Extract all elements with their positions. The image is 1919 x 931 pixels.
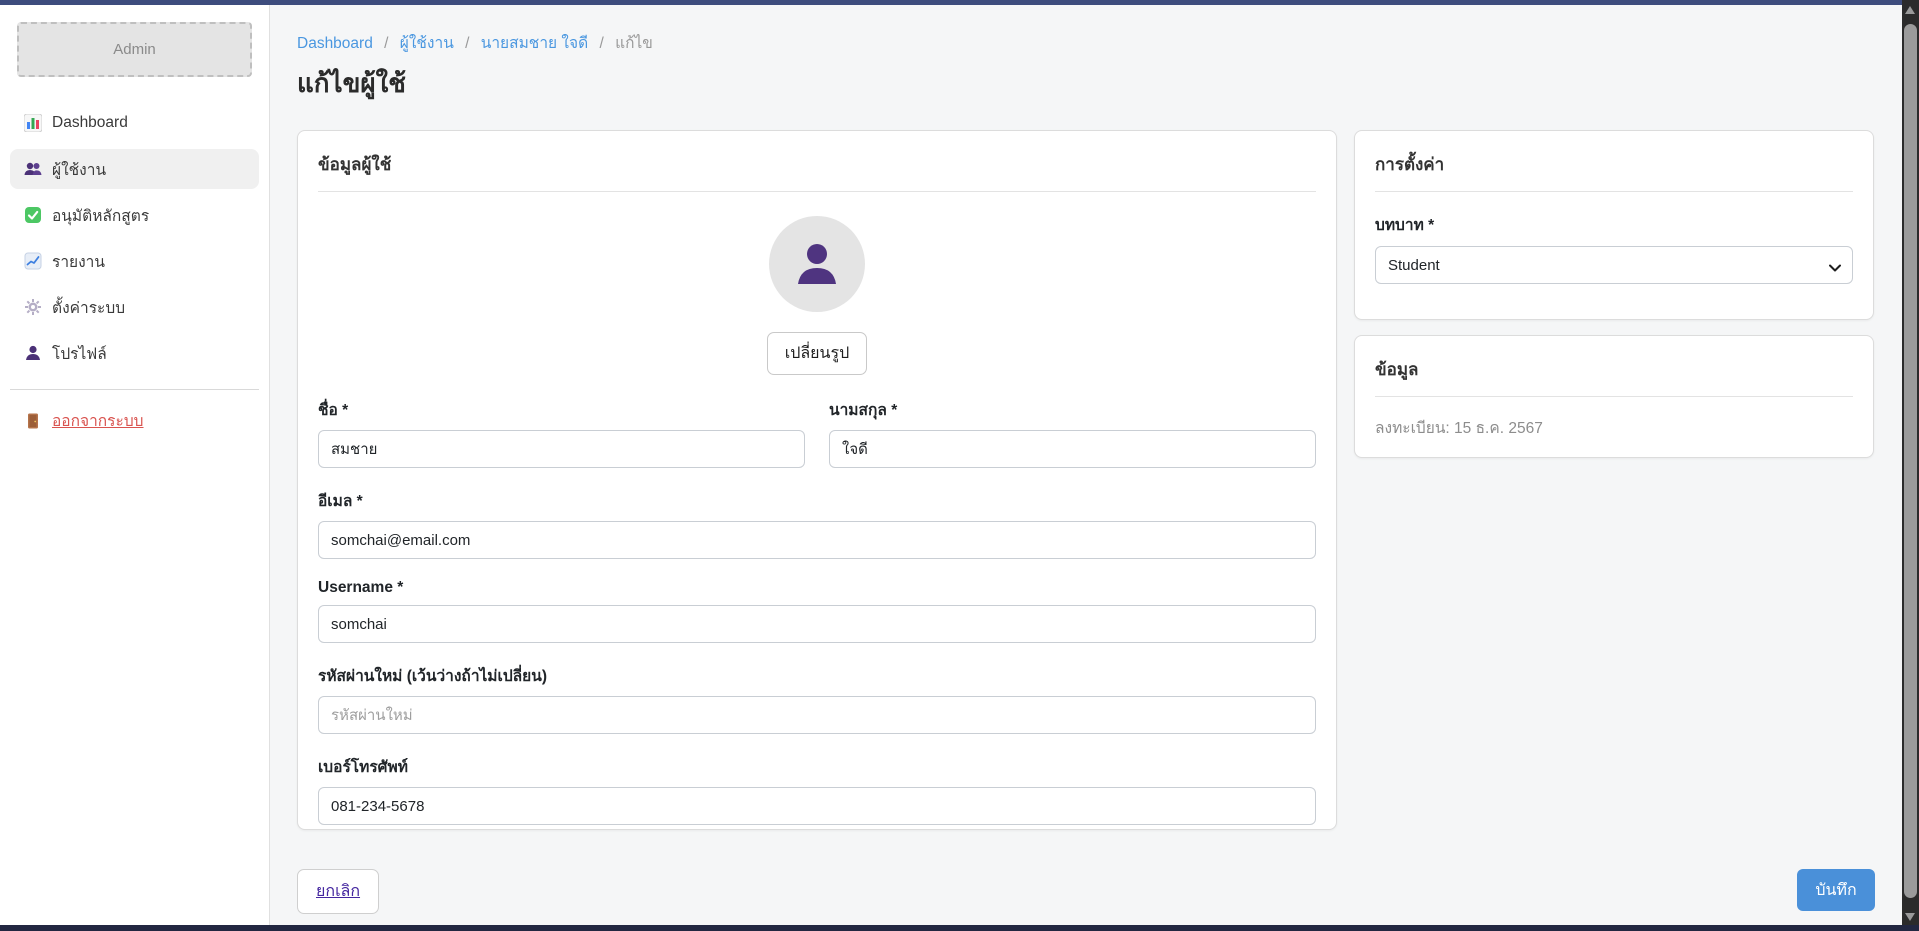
admin-logo-label: Admin: [113, 41, 156, 58]
email-group: อีเมล *: [318, 488, 1316, 559]
breadcrumb-current: แก้ไข: [615, 35, 653, 52]
sidebar-divider: [10, 389, 259, 390]
scrollbar-thumb[interactable]: [1904, 24, 1917, 898]
breadcrumb-users[interactable]: ผู้ใช้งาน: [400, 35, 454, 52]
page-title: แก้ไขผู้ใช้: [297, 63, 406, 104]
role-label: บทบาท *: [1375, 212, 1853, 237]
breadcrumb-separator: /: [384, 35, 388, 52]
username-field[interactable]: [318, 605, 1316, 643]
card-divider: [1375, 396, 1853, 397]
registered-date-text: ลงทะเบียน: 15 ธ.ค. 2567: [1375, 415, 1853, 440]
info-card-header: ข้อมูล: [1375, 356, 1853, 383]
sidebar-item-reports[interactable]: รายงาน: [10, 241, 259, 281]
sidebar-item-approve-courses[interactable]: อนุมัติหลักสูตร: [10, 195, 259, 235]
email-label: อีเมล *: [318, 488, 1316, 513]
sidebar-item-label: อนุมัติหลักสูตร: [52, 203, 149, 228]
sidebar-item-label: ผู้ใช้งาน: [52, 157, 106, 182]
sidebar-item-profile[interactable]: โปรไฟล์: [10, 333, 259, 373]
cancel-button[interactable]: ยกเลิก: [297, 869, 379, 914]
logout-label: ออกจากระบบ: [52, 408, 144, 433]
required-asterisk: *: [891, 402, 897, 419]
taskbar-strip: [0, 925, 1919, 931]
required-asterisk: *: [342, 402, 348, 419]
phone-group: เบอร์โทรศัพท์: [318, 754, 1316, 825]
user-info-card: ข้อมูลผู้ใช้ เปลี่ยนรูป ชื่อ * นามสกุล *…: [297, 130, 1337, 830]
scroll-down-arrow-icon[interactable]: [1905, 913, 1915, 921]
browser-top-bar: [0, 0, 1902, 5]
scroll-up-arrow-icon[interactable]: [1905, 6, 1915, 14]
card-divider: [318, 191, 1316, 192]
password-field[interactable]: [318, 696, 1316, 734]
sidebar-item-dashboard[interactable]: Dashboard: [10, 103, 259, 143]
last-name-group: นามสกุล *: [829, 397, 1316, 468]
admin-logo-box: Admin: [17, 22, 252, 77]
username-group: Username *: [318, 579, 1316, 643]
avatar-section: เปลี่ยนรูป: [318, 216, 1316, 375]
settings-card-header: การตั้งค่า: [1375, 151, 1853, 178]
phone-field[interactable]: [318, 787, 1316, 825]
vertical-scrollbar[interactable]: [1902, 0, 1919, 931]
sidebar-item-system-settings[interactable]: ตั้งค่าระบบ: [10, 287, 259, 327]
users-icon: [24, 160, 42, 178]
password-label: รหัสผ่านใหม่ (เว้นว่างถ้าไม่เปลี่ยน): [318, 663, 1316, 688]
main-content: Dashboard / ผู้ใช้งาน / นายสมชาย ใจดี / …: [271, 5, 1902, 925]
breadcrumb-separator: /: [599, 35, 603, 52]
breadcrumb-dashboard[interactable]: Dashboard: [297, 35, 373, 52]
save-button[interactable]: บันทึก: [1797, 869, 1875, 911]
user-info-card-header: ข้อมูลผู้ใช้: [318, 151, 1316, 178]
role-select-wrap: Student: [1375, 246, 1853, 284]
last-name-label: นามสกุล *: [829, 397, 1316, 422]
required-asterisk: *: [357, 493, 363, 510]
door-icon: [24, 412, 42, 430]
phone-label: เบอร์โทรศัพท์: [318, 754, 1316, 779]
gear-icon: [24, 298, 42, 316]
change-photo-button[interactable]: เปลี่ยนรูป: [767, 332, 868, 375]
line-chart-icon: [24, 252, 42, 270]
breadcrumb: Dashboard / ผู้ใช้งาน / นายสมชาย ใจดี / …: [297, 30, 653, 55]
first-name-label: ชื่อ *: [318, 397, 805, 422]
sidebar-item-label: รายงาน: [52, 249, 105, 274]
sidebar-item-users[interactable]: ผู้ใช้งาน: [10, 149, 259, 189]
sidebar: Admin Dashboard ผู้ใช้งาน อนุมัติหลักสูต…: [0, 5, 270, 925]
avatar: [769, 216, 865, 312]
person-icon: [24, 344, 42, 362]
breadcrumb-user-name[interactable]: นายสมชาย ใจดี: [481, 35, 588, 52]
email-field[interactable]: [318, 521, 1316, 559]
username-label: Username *: [318, 579, 1316, 597]
bar-chart-icon: [24, 114, 42, 132]
sidebar-item-label: โปรไฟล์: [52, 341, 107, 366]
logout-link[interactable]: ออกจากระบบ: [0, 408, 269, 433]
sidebar-item-label: ตั้งค่าระบบ: [52, 295, 125, 320]
settings-card: การตั้งค่า บทบาท * Student: [1354, 130, 1874, 320]
info-card: ข้อมูล ลงทะเบียน: 15 ธ.ค. 2567: [1354, 335, 1874, 458]
person-icon: [791, 238, 843, 290]
name-fields-row: ชื่อ * นามสกุล *: [318, 397, 1316, 468]
sidebar-item-label: Dashboard: [52, 114, 128, 132]
sidebar-nav: Dashboard ผู้ใช้งาน อนุมัติหลักสูตร รายง…: [0, 103, 269, 373]
last-name-field[interactable]: [829, 430, 1316, 468]
required-asterisk: *: [1428, 217, 1434, 234]
first-name-group: ชื่อ *: [318, 397, 805, 468]
check-icon: [24, 206, 42, 224]
password-group: รหัสผ่านใหม่ (เว้นว่างถ้าไม่เปลี่ยน): [318, 663, 1316, 734]
role-select[interactable]: Student: [1375, 246, 1853, 284]
first-name-field[interactable]: [318, 430, 805, 468]
required-asterisk: *: [397, 579, 403, 596]
card-divider: [1375, 191, 1853, 192]
breadcrumb-separator: /: [465, 35, 469, 52]
